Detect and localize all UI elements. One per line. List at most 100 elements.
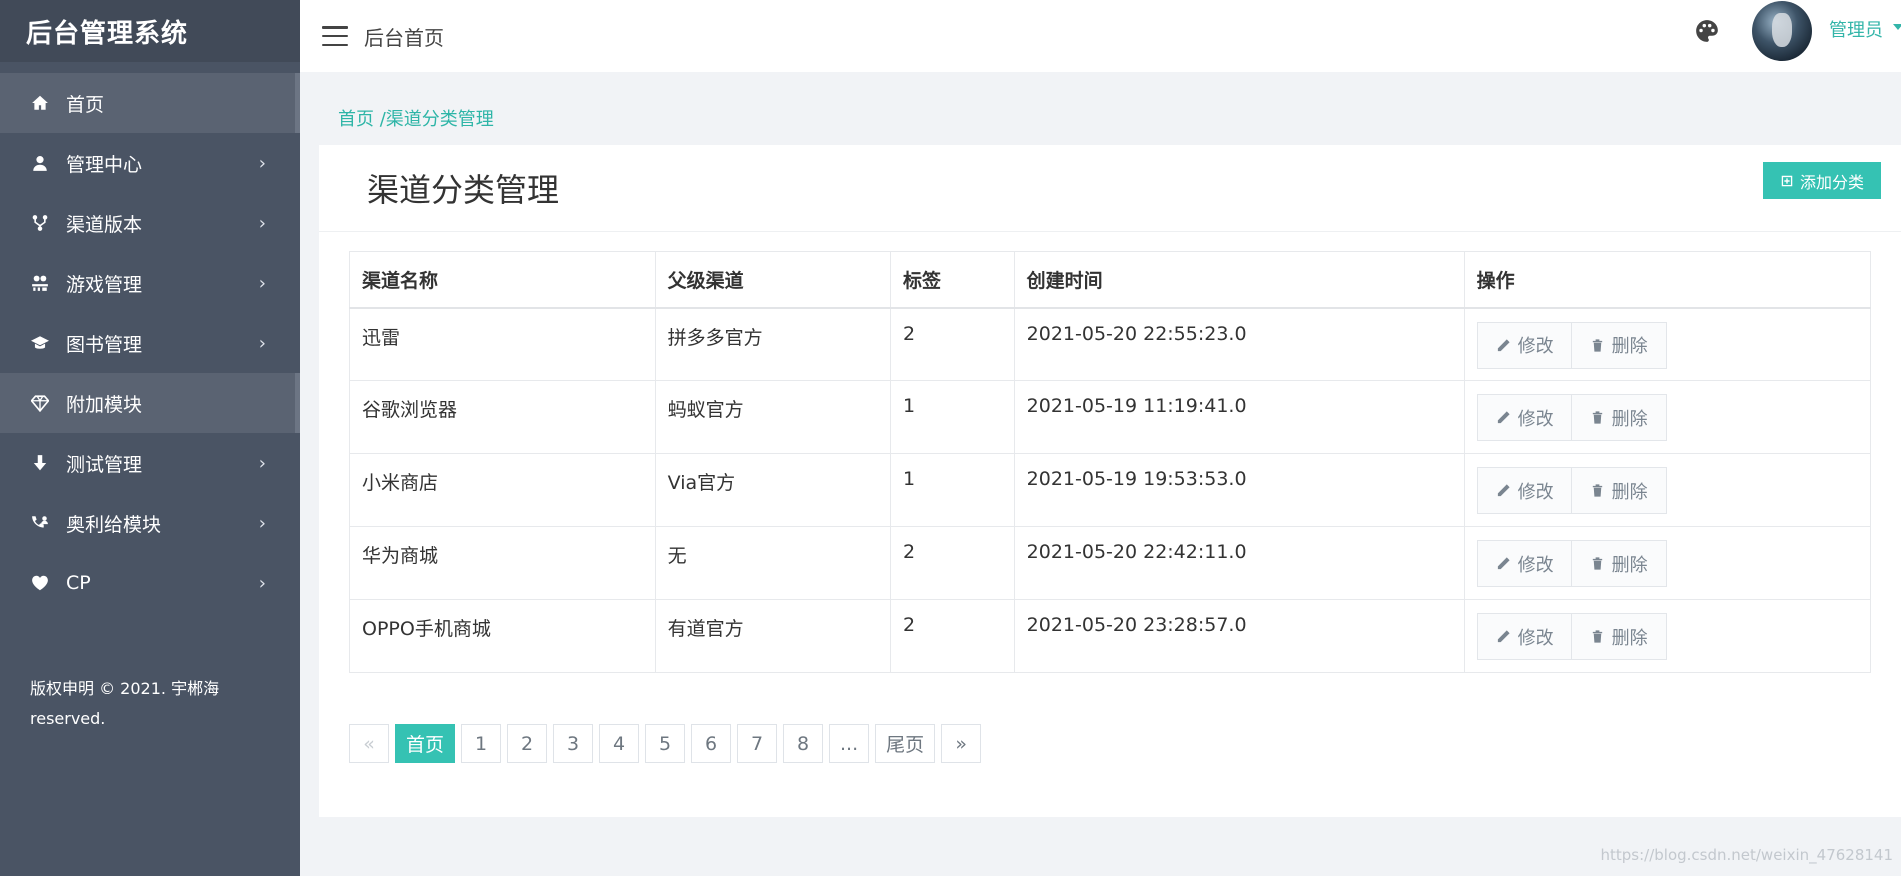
sidebar-item-label: CP: [66, 572, 91, 594]
sidebar-item-admin-center[interactable]: 管理中心 ›: [0, 133, 300, 193]
phone-user-icon: [30, 513, 50, 533]
sidebar-item-test-management[interactable]: 测试管理 ›: [0, 433, 300, 493]
cell-name: OPPO手机商城: [349, 599, 656, 673]
sidebar-item-addon-module[interactable]: 附加模块: [0, 373, 300, 433]
last-page-button[interactable]: 尾页: [875, 724, 936, 763]
cell-created: 2021-05-20 22:42:11.0: [1013, 526, 1465, 600]
page-button-8[interactable]: 8: [783, 724, 824, 763]
add-category-label: 添加分类: [1799, 174, 1864, 192]
top-bar: 后台首页 管理员: [300, 0, 1901, 72]
cell-actions: 修改 删除: [1463, 599, 1872, 673]
cell-actions: 修改 删除: [1463, 526, 1872, 600]
page-button-7[interactable]: 7: [737, 724, 778, 763]
sidebar-item-label: 渠道版本: [66, 213, 143, 236]
cell-created: 2021-05-20 22:55:23.0: [1013, 307, 1465, 381]
avatar[interactable]: [1752, 1, 1812, 61]
cell-parent: 蚂蚁官方: [654, 380, 891, 454]
table-row: 迅雷 拼多多官方 2 2021-05-20 22:55:23.0 修改 删除: [349, 307, 1872, 381]
delete-button[interactable]: 删除: [1570, 321, 1667, 369]
cell-name: 谷歌浏览器: [349, 380, 656, 454]
trash-icon: [1590, 556, 1612, 571]
edit-label: 修改: [1517, 554, 1554, 576]
delete-label: 删除: [1611, 408, 1648, 430]
sidebar-item-home[interactable]: 首页: [0, 73, 300, 133]
sidebar-item-game-management[interactable]: 游戏管理 ›: [0, 253, 300, 313]
trash-icon: [1590, 338, 1612, 353]
breadcrumb-current-link[interactable]: 渠道分类管理: [386, 109, 494, 130]
column-header: 操作: [1463, 251, 1872, 309]
page-button-5[interactable]: 5: [645, 724, 686, 763]
breadcrumb: 首页 /渠道分类管理: [338, 105, 494, 131]
plus-square-icon: [1781, 175, 1793, 186]
cell-tag: 2: [889, 307, 1015, 381]
delete-button[interactable]: 删除: [1570, 613, 1667, 660]
pencil-icon: [1496, 483, 1518, 498]
breadcrumb-home-link[interactable]: 首页: [338, 109, 374, 130]
next-page-button[interactable]: »: [941, 724, 982, 763]
sidebar-item-label: 图书管理: [66, 333, 143, 356]
palette-icon[interactable]: [1694, 18, 1720, 44]
prev-page-button[interactable]: «: [349, 724, 389, 763]
edit-label: 修改: [1517, 408, 1554, 430]
column-header: 标签: [889, 251, 1015, 309]
cell-actions: 修改 删除: [1463, 380, 1872, 454]
page-button-6[interactable]: 6: [691, 724, 732, 763]
sidebar-item-aoligei-module[interactable]: 奥利给模块 ›: [0, 493, 300, 553]
cell-actions: 修改 删除: [1463, 453, 1872, 527]
table-row: 小米商店 Via官方 1 2021-05-19 19:53:53.0 修改 删除: [349, 453, 1872, 527]
watermark: https://blog.csdn.net/weixin_47628141: [1600, 846, 1893, 864]
brand-title: 后台管理系统: [0, 0, 300, 62]
edit-button[interactable]: 修改: [1476, 394, 1573, 441]
delete-button[interactable]: 删除: [1570, 467, 1667, 514]
code-fork-icon: [30, 213, 50, 233]
cell-parent: 有道官方: [654, 599, 891, 673]
first-page-button[interactable]: 首页: [395, 724, 456, 763]
chevron-right-icon: ›: [258, 452, 266, 474]
edit-button[interactable]: 修改: [1476, 321, 1573, 369]
sidebar-item-channel-version[interactable]: 渠道版本 ›: [0, 193, 300, 253]
page-ellipsis: ...: [829, 724, 870, 763]
cell-name: 小米商店: [349, 453, 656, 527]
add-category-button[interactable]: 添加分类: [1763, 162, 1881, 199]
chevron-right-icon: ›: [258, 272, 266, 294]
edit-button[interactable]: 修改: [1476, 467, 1573, 514]
chevron-right-icon: ›: [258, 572, 266, 594]
menu-toggle-icon[interactable]: [322, 26, 348, 46]
delete-button[interactable]: 删除: [1570, 394, 1667, 441]
delete-label: 删除: [1611, 336, 1648, 357]
caret-down-icon[interactable]: [1893, 24, 1901, 30]
delete-label: 删除: [1611, 554, 1648, 576]
sidebar-item-cp[interactable]: CP ›: [0, 553, 300, 613]
cell-parent: Via官方: [654, 453, 891, 527]
delete-label: 删除: [1611, 627, 1648, 649]
trash-icon: [1590, 629, 1612, 644]
cell-tag: 1: [889, 453, 1015, 527]
page-button-2[interactable]: 2: [507, 724, 548, 763]
panel-title: 渠道分类管理: [367, 171, 560, 209]
gamepad-icon: [30, 273, 50, 293]
edit-button[interactable]: 修改: [1476, 613, 1573, 660]
panel-header: 渠道分类管理 添加分类: [319, 145, 1901, 232]
table-body: 迅雷 拼多多官方 2 2021-05-20 22:55:23.0 修改 删除 谷歌浏览器 蚂蚁…: [349, 307, 1872, 673]
cell-created: 2021-05-19 19:53:53.0: [1013, 453, 1465, 527]
cell-name: 华为商城: [349, 526, 656, 600]
page-button-3[interactable]: 3: [553, 724, 594, 763]
cell-created: 2021-05-20 23:28:57.0: [1013, 599, 1465, 673]
pencil-icon: [1496, 629, 1518, 644]
page-button-1[interactable]: 1: [461, 724, 502, 763]
delete-button[interactable]: 删除: [1570, 540, 1667, 587]
user-menu[interactable]: 管理员: [1829, 16, 1883, 42]
cell-name: 迅雷: [349, 307, 656, 381]
sidebar-item-book-management[interactable]: 图书管理 ›: [0, 313, 300, 373]
cell-parent: 无: [654, 526, 891, 600]
content-panel: 渠道分类管理 添加分类 渠道名称 父级渠道 标签 创建时间 操作 迅雷 拼多多官方…: [319, 145, 1901, 817]
pencil-icon: [1496, 556, 1518, 571]
edit-button[interactable]: 修改: [1476, 540, 1573, 587]
pencil-icon: [1496, 338, 1518, 353]
sidebar-item-label: 游戏管理: [66, 273, 143, 296]
page-button-4[interactable]: 4: [599, 724, 640, 763]
edit-label: 修改: [1517, 627, 1554, 649]
chevron-right-icon: ›: [258, 212, 266, 234]
trash-icon: [1590, 483, 1612, 498]
cell-parent: 拼多多官方: [654, 307, 891, 381]
